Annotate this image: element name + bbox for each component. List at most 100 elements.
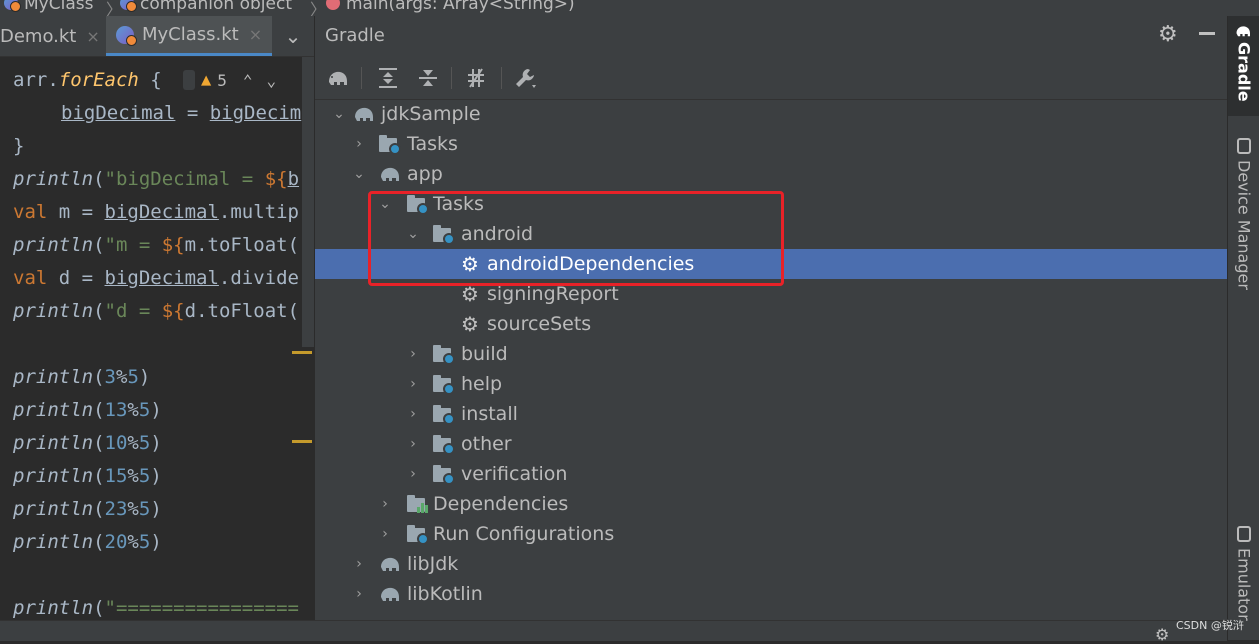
tree-node-run-configurations[interactable]: Run Configurations: [433, 519, 614, 549]
gradle-title: Gradle: [325, 25, 385, 46]
warning-count: 5: [217, 70, 227, 90]
tree-node-dependencies[interactable]: Dependencies: [433, 489, 568, 519]
code-line: println(23%5): [13, 498, 162, 520]
toolbar-separator: [451, 67, 452, 89]
code-line: println(13%5): [13, 399, 162, 421]
code-line: println("bigDecimal = ${b: [13, 168, 300, 190]
breadcrumb: MyClass 〉 companion object 〉 main(args: …: [0, 0, 1259, 16]
kotlin-file-icon: [116, 25, 137, 46]
editor-scrollbar[interactable]: [302, 57, 314, 347]
expand-chevron-right-icon[interactable]: ›: [351, 549, 367, 579]
collapse-chevron-down-icon[interactable]: ⌄: [351, 159, 367, 189]
task-folder-icon: [379, 135, 401, 155]
expand-chevron-right-icon[interactable]: ›: [405, 399, 421, 429]
gradle-elephant-icon: [379, 165, 403, 183]
inspection-widget-background: [183, 70, 195, 90]
dependencies-folder-icon: [407, 495, 429, 513]
tool-tab-device-manager[interactable]: Device Manager: [1228, 138, 1259, 290]
tree-node-app[interactable]: app: [407, 159, 443, 189]
object-icon: [120, 0, 137, 12]
gradle-elephant-icon: [1236, 26, 1250, 37]
expand-chevron-right-icon[interactable]: ›: [377, 519, 393, 549]
breadcrumb-myclass[interactable]: MyClass: [4, 0, 93, 14]
close-icon[interactable]: ×: [86, 27, 99, 46]
task-gear-icon: ⚙: [461, 312, 479, 336]
gradle-header: Gradle ⚙: [315, 16, 1227, 56]
task-folder-icon: [433, 375, 455, 395]
build-tool-settings-wrench-icon[interactable]: [513, 65, 539, 91]
tab-demo-kt[interactable]: Demo.kt ×: [0, 16, 104, 56]
task-folder-icon: [433, 405, 455, 425]
tree-node-jdksample[interactable]: jdkSample: [381, 99, 481, 129]
kotlin-class-icon: [4, 0, 21, 12]
highlight-annotation-box: [368, 191, 784, 286]
warning-marker[interactable]: [292, 351, 312, 354]
breadcrumb-companion[interactable]: companion object: [120, 0, 292, 14]
run-config-folder-icon: [407, 525, 429, 545]
function-icon: [326, 0, 340, 10]
code-line: val m = bigDecimal.multip: [13, 201, 299, 223]
gradle-elephant-icon: [379, 555, 403, 573]
tool-tab-gradle[interactable]: Gradle: [1228, 16, 1259, 116]
expand-chevron-right-icon[interactable]: ›: [405, 339, 421, 369]
tab-label: MyClass.kt: [142, 24, 239, 45]
tree-node-other[interactable]: other: [461, 429, 512, 459]
code-line: println(20%5): [13, 531, 162, 553]
settings-gear-icon[interactable]: ⚙: [1158, 22, 1178, 47]
tree-node-install[interactable]: install: [461, 399, 518, 429]
code-line: val d = bigDecimal.divide: [13, 267, 299, 289]
tree-node-source-sets[interactable]: sourceSets: [487, 309, 591, 339]
tabs-more-chevron-down-icon[interactable]: ⌄: [282, 16, 304, 56]
settings-gear-icon[interactable]: ⚙: [1155, 625, 1169, 644]
expand-chevron-right-icon[interactable]: ›: [351, 579, 367, 609]
tree-node-tasks[interactable]: Tasks: [407, 129, 458, 159]
expand-all-icon[interactable]: [375, 65, 401, 91]
prev-highlight-chevron-up-icon[interactable]: ⌃: [243, 71, 253, 90]
task-folder-icon: [433, 465, 455, 485]
editor-tab-bar: Demo.kt × MyClass.kt × ⌄: [0, 16, 314, 57]
minimize-icon[interactable]: [1199, 32, 1215, 35]
collapse-all-icon[interactable]: [415, 65, 441, 91]
tree-node-libkotlin[interactable]: libKotlin: [407, 579, 483, 609]
code-line: println("m = ${m.toFloat(: [13, 234, 300, 256]
warning-marker[interactable]: [292, 440, 312, 443]
warning-icon: ▲: [201, 70, 212, 90]
tool-tab-label: Device Manager: [1234, 160, 1254, 290]
toolbar-separator: [501, 67, 502, 89]
emulator-icon: [1237, 526, 1251, 542]
inspection-widget[interactable]: ▲ 5 ⌃ ⌄: [183, 67, 276, 93]
reload-gradle-elephant-icon[interactable]: [325, 65, 351, 91]
expand-chevron-right-icon[interactable]: ›: [405, 429, 421, 459]
task-folder-icon: [433, 435, 455, 455]
task-folder-icon: [433, 345, 455, 365]
expand-chevron-right-icon[interactable]: ›: [405, 459, 421, 489]
code-line: println(3%5): [13, 366, 151, 388]
tree-node-help[interactable]: help: [461, 369, 502, 399]
tree-node-libjdk[interactable]: libJdk: [407, 549, 458, 579]
breadcrumb-separator: 〉: [310, 0, 327, 16]
bottom-status-strip: ⚙: [0, 620, 1227, 644]
code-line: println(15%5): [13, 465, 162, 487]
expand-chevron-right-icon[interactable]: ›: [351, 129, 367, 159]
close-icon[interactable]: ×: [249, 25, 262, 44]
tree-node-verification[interactable]: verification: [461, 459, 567, 489]
tool-tab-label: Gradle: [1234, 42, 1254, 102]
tab-myclass-kt[interactable]: MyClass.kt ×: [106, 16, 272, 56]
breadcrumb-main[interactable]: main(args: Array<String>): [326, 0, 575, 14]
tree-node-build[interactable]: build: [461, 339, 508, 369]
toggle-offline-mode-icon[interactable]: [463, 65, 489, 91]
expand-chevron-right-icon[interactable]: ›: [405, 369, 421, 399]
next-highlight-chevron-down-icon[interactable]: ⌄: [267, 71, 277, 90]
right-tool-strip: Gradle Device Manager Emulator: [1227, 16, 1259, 640]
device-manager-icon: [1237, 138, 1251, 154]
code-line: }: [13, 135, 25, 157]
code-line: bigDecimal = bigDecim: [61, 102, 302, 124]
code-line: println("================: [13, 597, 299, 619]
expand-chevron-right-icon[interactable]: ›: [377, 489, 393, 519]
tool-tab-emulator[interactable]: Emulator: [1228, 526, 1259, 621]
toolbar-separator: [361, 67, 362, 89]
collapse-chevron-down-icon[interactable]: ⌄: [331, 99, 347, 129]
code-line: println("d = ${d.toFloat(: [13, 300, 300, 322]
code-editor[interactable]: arr.forEach { bigDecimal = bigDecim } pr…: [0, 57, 314, 640]
tab-label: Demo.kt: [0, 25, 77, 47]
